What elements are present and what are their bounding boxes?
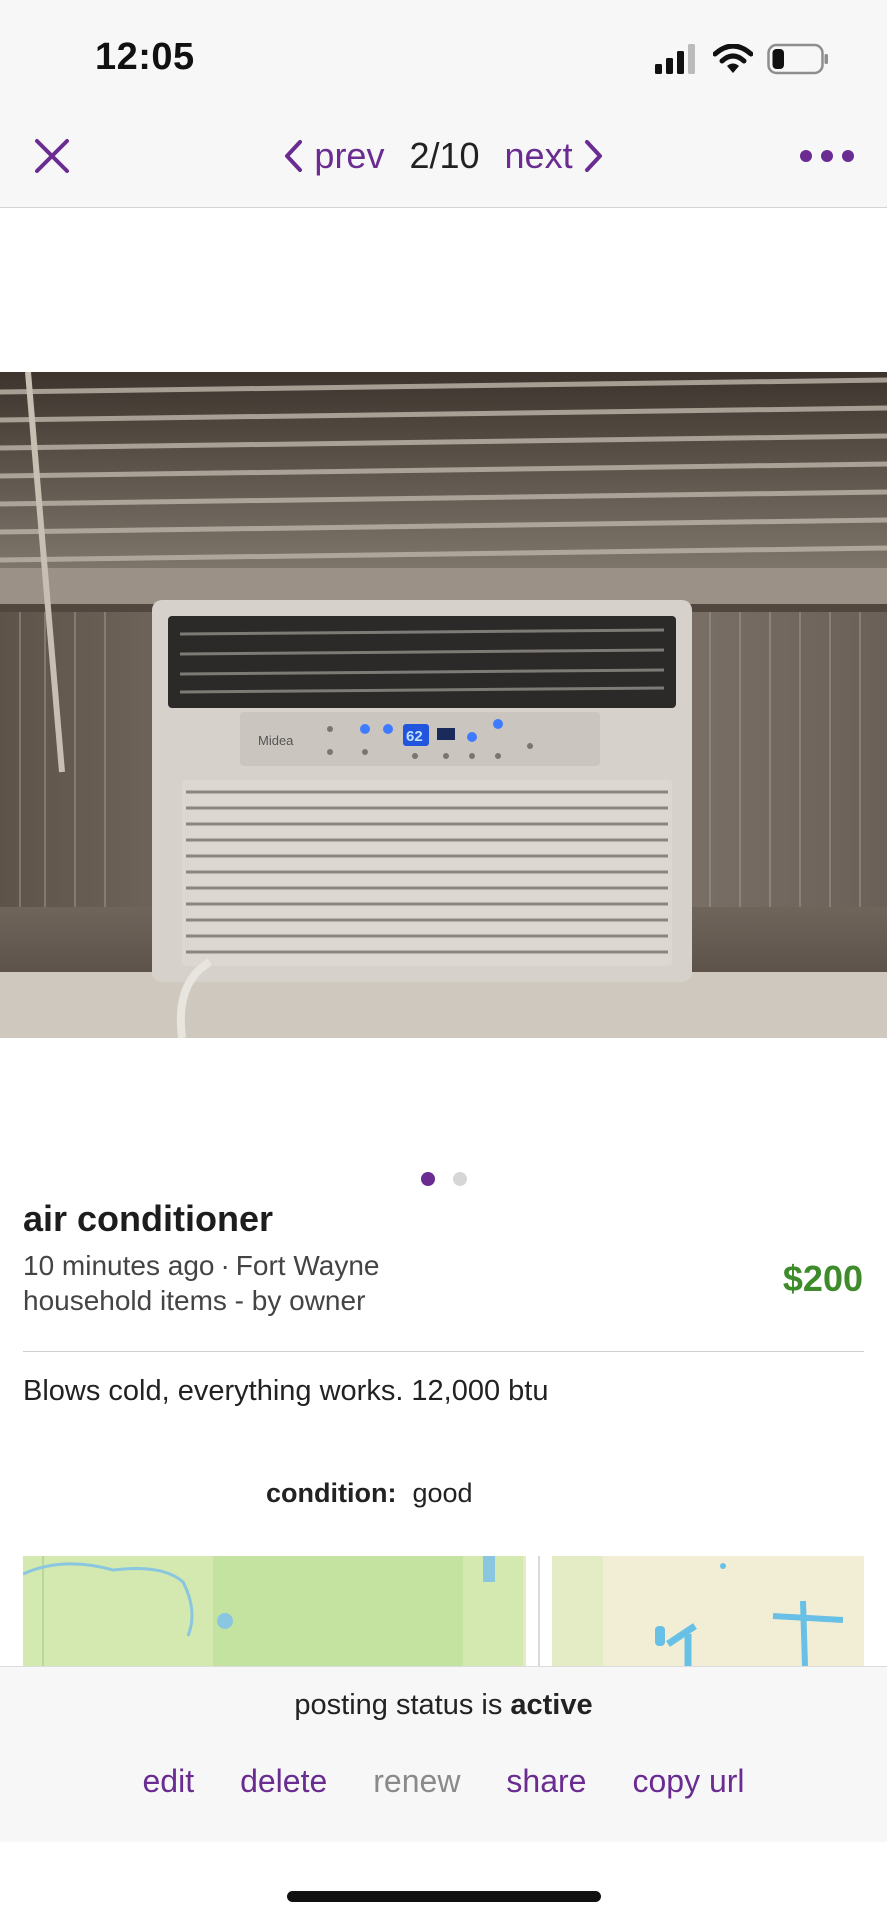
attribute-value: good <box>412 1478 473 1508</box>
posting-status-value: active <box>510 1689 593 1721</box>
attribute-label: condition: <box>266 1478 397 1508</box>
prev-label: prev <box>314 135 385 176</box>
chevron-right-icon <box>584 140 602 172</box>
listing-photo[interactable]: Midea 62 <box>0 372 887 1038</box>
posting-page: 12:05 prev 2/10 next Midea 62 air condit… <box>0 0 887 1920</box>
share-button[interactable]: share <box>506 1763 586 1800</box>
battery-icon <box>767 43 828 75</box>
posting-meta: 10 minutes ago · Fort Wayne household item… <box>23 1248 379 1318</box>
status-bar: 12:05 <box>0 0 887 110</box>
posting-location: Fort Wayne <box>235 1250 380 1281</box>
attribute-condition: condition: good <box>266 1478 473 1509</box>
copy-url-button[interactable]: copy url <box>632 1763 744 1800</box>
price: $200 <box>782 1258 863 1299</box>
posting-status-prefix: posting status is <box>294 1689 503 1721</box>
location-map[interactable] <box>23 1556 864 1666</box>
image-dot-1[interactable] <box>420 1172 435 1186</box>
posting-status: posting status is active <box>0 1689 887 1722</box>
status-icons <box>655 42 829 76</box>
posting-actions: edit delete renew share copy url <box>0 1763 887 1800</box>
edit-button[interactable]: edit <box>142 1763 194 1800</box>
delete-button[interactable]: delete <box>240 1763 327 1800</box>
next-label: next <box>504 135 573 176</box>
brand-logo-text: Midea <box>258 733 294 748</box>
page-counter: 2/10 <box>409 135 480 176</box>
meta-separator: · <box>220 1250 230 1281</box>
air-conditioner-photo: Midea 62 <box>0 372 887 1038</box>
posted-time: 10 minutes ago <box>23 1250 215 1281</box>
home-indicator[interactable] <box>287 1891 601 1902</box>
posting-description: Blows cold, everything works. 12,000 btu <box>23 1375 549 1407</box>
map-tiles <box>23 1556 864 1666</box>
image-pagination-dots <box>0 1172 887 1186</box>
prev-button[interactable]: prev <box>282 135 384 177</box>
posting-category: household items - by owner <box>23 1285 366 1316</box>
renew-button: renew <box>373 1763 461 1799</box>
posting-title: air conditioner <box>23 1198 274 1239</box>
chevron-left-icon <box>285 140 303 172</box>
status-time: 12:05 <box>95 36 195 78</box>
divider <box>23 1351 864 1352</box>
next-button[interactable]: next <box>505 135 605 177</box>
photo-gallery[interactable]: Midea 62 <box>0 209 887 1164</box>
ellipsis-icon <box>800 150 854 162</box>
posting-status-panel: posting status is active edit delete ren… <box>0 1666 887 1842</box>
nav-bar: prev 2/10 next <box>0 110 887 208</box>
wifi-icon <box>713 44 753 73</box>
cellular-signal-icon <box>655 44 695 74</box>
gallery-pager: prev 2/10 next <box>0 128 887 184</box>
ac-display-readout: 62 <box>406 728 423 745</box>
image-dot-2[interactable] <box>452 1172 467 1186</box>
more-options-button[interactable] <box>799 144 855 168</box>
